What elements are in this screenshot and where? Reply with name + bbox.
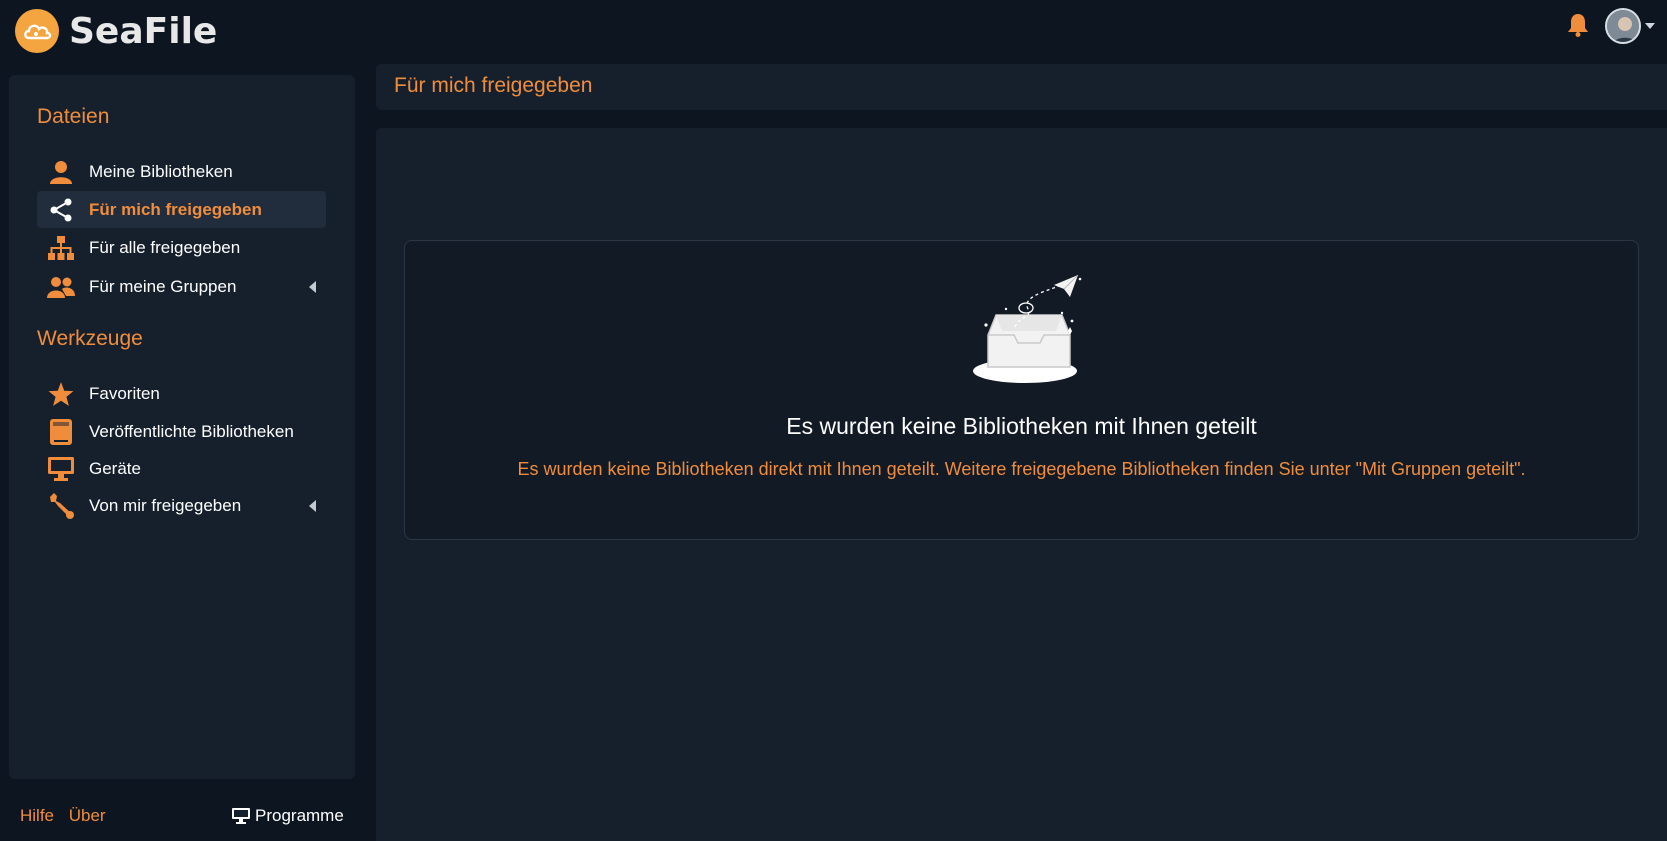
share-icon: [47, 196, 75, 224]
sidebar-item-devices[interactable]: Geräte: [37, 450, 326, 487]
logo-icon: [15, 9, 59, 53]
logo-text: SeaFile: [69, 10, 218, 52]
main-content: Es wurden keine Bibliotheken mit Ihnen g…: [376, 128, 1667, 841]
top-bar: SeaFile: [0, 0, 1667, 62]
sidebar-item-label: Für meine Gruppen: [89, 276, 237, 296]
about-link[interactable]: Über: [69, 806, 106, 825]
sidebar-item-published-libraries[interactable]: Veröffentlichte Bibliotheken: [37, 413, 326, 450]
empty-state-description: Es wurden keine Bibliotheken direkt mit …: [517, 459, 1526, 479]
sidebar-item-label: Von mir freigegeben: [89, 495, 242, 515]
sidebar-item-label: Veröffentlichte Bibliotheken: [89, 421, 294, 441]
help-link[interactable]: Hilfe: [20, 806, 54, 825]
sidebar-item-favorites[interactable]: Favoriten: [37, 375, 326, 412]
sidebar-item-shared-with-me[interactable]: Für mich freigegeben: [37, 191, 326, 228]
logo[interactable]: SeaFile: [15, 8, 217, 54]
star-icon: [47, 380, 75, 408]
account-menu-caret-icon[interactable]: [1645, 23, 1655, 29]
sidebar-item-label: Geräte: [89, 458, 141, 478]
notification-bell-icon[interactable]: [1566, 12, 1590, 38]
group-icon: [47, 273, 75, 301]
sidebar-item-my-groups[interactable]: Für meine Gruppen: [37, 268, 326, 305]
monitor-icon: [47, 455, 75, 483]
sidebar-footer-links: Hilfe Über: [20, 806, 116, 826]
clients-link[interactable]: Programme: [232, 806, 344, 826]
user-icon: [47, 158, 75, 186]
sidebar-item-label: Für mich freigegeben: [89, 199, 262, 219]
section-title-files: Dateien: [37, 105, 110, 128]
page-title: Für mich freigegeben: [394, 74, 593, 97]
sidebar-item-label: Für alle freigegeben: [89, 237, 241, 257]
expand-caret-icon[interactable]: [309, 281, 316, 293]
user-avatar[interactable]: [1605, 8, 1641, 44]
sidebar-item-shared-by-me[interactable]: Von mir freigegeben: [37, 487, 326, 524]
org-chart-icon: [47, 234, 75, 262]
sidebar: Dateien Meine Bibliotheken Für mich frei…: [9, 75, 355, 779]
sidebar-item-label: Meine Bibliotheken: [89, 161, 233, 181]
sidebar-item-shared-with-all[interactable]: Für alle freigegeben: [37, 229, 326, 266]
empty-state: Es wurden keine Bibliotheken mit Ihnen g…: [404, 240, 1639, 540]
sidebar-item-label: Favoriten: [89, 383, 160, 403]
desktop-icon: [232, 808, 250, 824]
empty-inbox-illustration: [970, 274, 1090, 385]
expand-caret-icon[interactable]: [309, 500, 316, 512]
sidebar-item-my-libraries[interactable]: Meine Bibliotheken: [37, 153, 326, 190]
wrench-icon: [47, 492, 75, 520]
page-header: Für mich freigegeben: [376, 64, 1667, 110]
book-icon: [47, 418, 75, 446]
section-title-tools: Werkzeuge: [37, 327, 143, 350]
clients-label: Programme: [255, 806, 344, 825]
empty-state-title: Es wurden keine Bibliotheken mit Ihnen g…: [786, 413, 1257, 439]
